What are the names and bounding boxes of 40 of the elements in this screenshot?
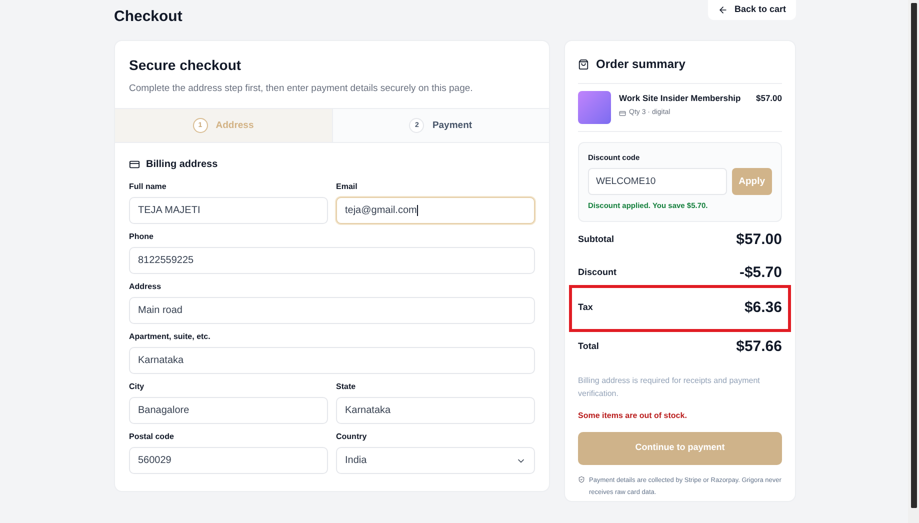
stock-error: Some items are out of stock.	[578, 410, 688, 422]
total-row-text: Discount -$5.70	[578, 262, 782, 283]
field-label: Phone	[129, 231, 154, 244]
total-row-text: Total $57.66	[578, 336, 782, 357]
field-label: City	[129, 381, 146, 394]
input-field[interactable]: Karnataka	[129, 347, 535, 374]
product-illustration	[578, 91, 611, 124]
field-label: Apartment, suite, etc.	[129, 331, 212, 344]
section-title: Billing address	[146, 158, 218, 172]
card-icon	[619, 110, 626, 116]
field-label: Country	[336, 431, 368, 444]
page-title: Checkout	[114, 7, 182, 27]
shield-icon	[578, 476, 585, 482]
field-label: Email	[336, 181, 358, 194]
field-label: State	[336, 381, 357, 394]
bag-icon	[578, 58, 589, 70]
product-price: $57.00	[756, 92, 782, 105]
input-field[interactable]: teja@gmail.com	[336, 197, 535, 224]
input-field[interactable]: 8122559225	[129, 247, 535, 274]
card-subtitle: Complete the address step first, then enter payment details securely on this page.	[129, 82, 474, 96]
field-label: Full name	[129, 181, 168, 194]
back-to-cart-button[interactable]: Back to cart	[708, 0, 796, 20]
total-row-text: Subtotal $57.00	[578, 230, 782, 250]
discount-input[interactable]: WELCOME10	[588, 168, 727, 196]
card-title: Secure checkout	[129, 56, 242, 75]
input-field[interactable]: TEJA MAJETI	[129, 197, 328, 224]
select-field[interactable]: India	[336, 447, 535, 474]
billing-note: Billing address is required for receipts and payment verification.	[578, 374, 761, 400]
input-field[interactable]: Main road	[129, 297, 535, 324]
product-name: Work Site Insider Membership	[619, 92, 742, 105]
field-label: Address	[129, 281, 162, 294]
input-field[interactable]: 560029	[129, 447, 328, 474]
input-field[interactable]: Karnataka	[336, 397, 535, 424]
summary-title: Order summary	[596, 56, 686, 73]
credit-card-icon	[129, 159, 140, 170]
scrollbar[interactable]	[908, 0, 919, 523]
field-label: Postal code	[129, 431, 175, 444]
total-row: Tax $6.36	[569, 284, 791, 332]
input-field[interactable]: Banagalore	[129, 397, 328, 424]
arrow-left-icon	[718, 5, 728, 15]
